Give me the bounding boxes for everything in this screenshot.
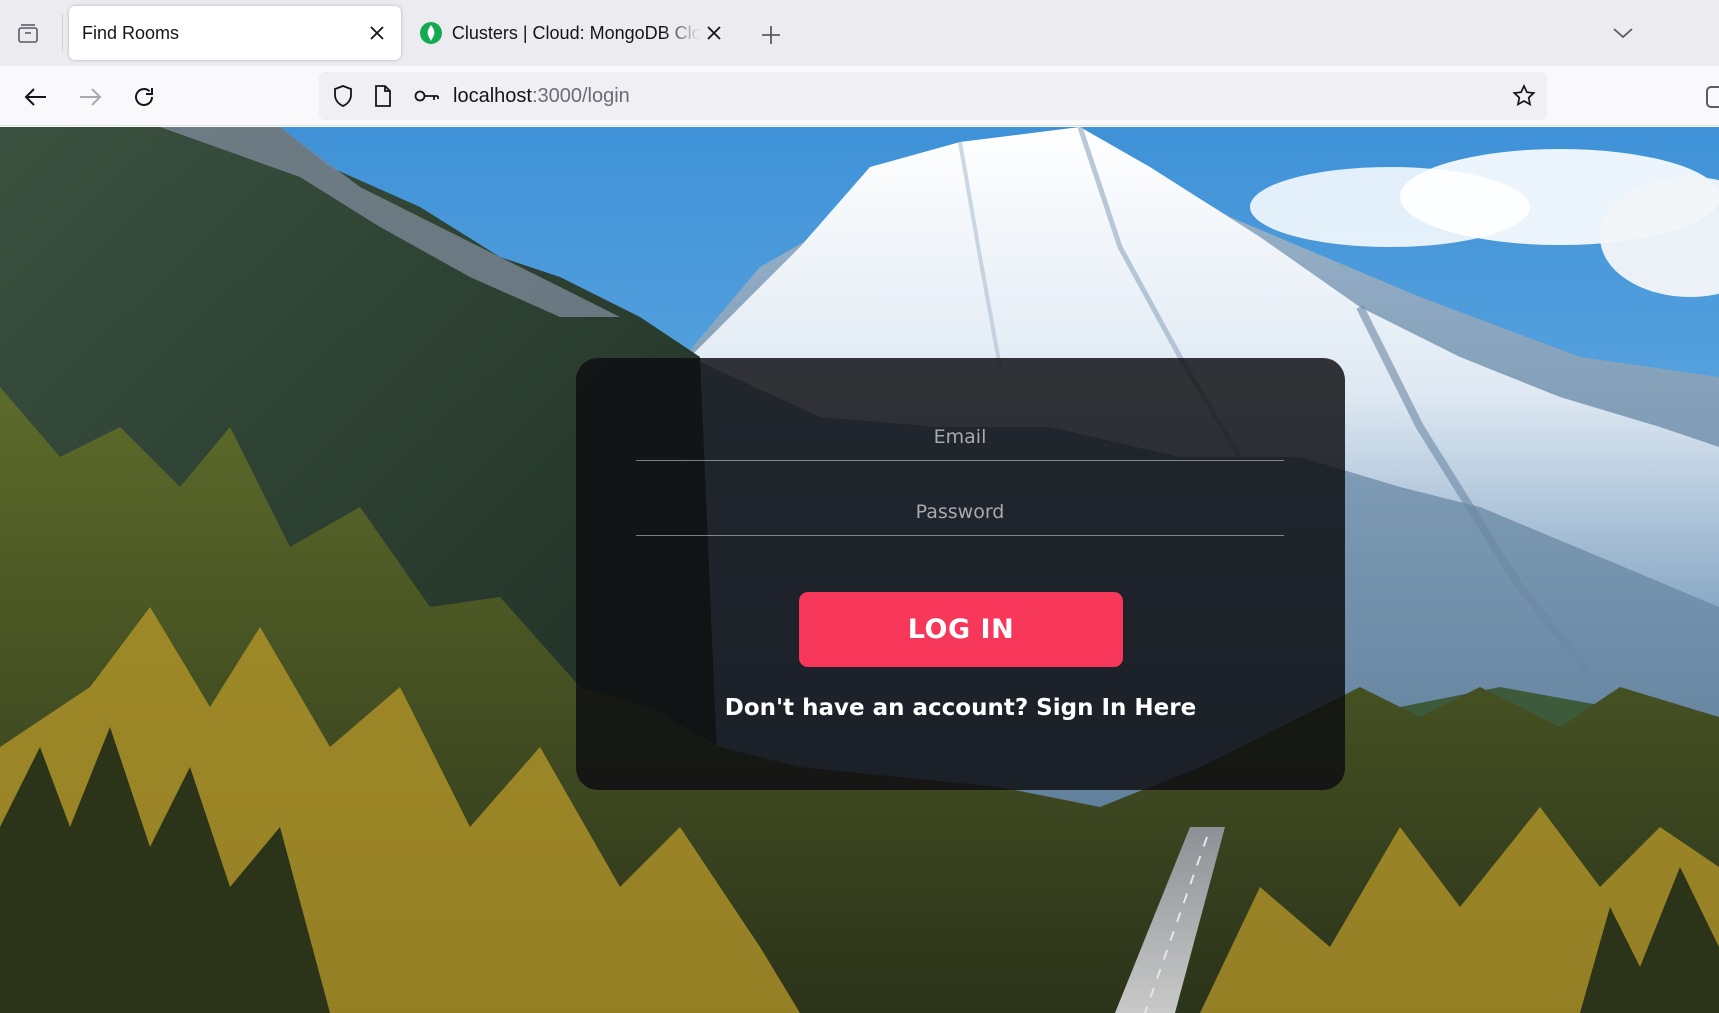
url-path: :3000/login [531, 85, 630, 107]
tab-manager-icon[interactable] [14, 20, 42, 48]
chevron-down-icon[interactable] [1608, 18, 1638, 48]
close-icon[interactable] [363, 19, 391, 47]
tab-title: Find Rooms [82, 22, 180, 43]
login-button[interactable]: LOG IN [799, 592, 1123, 667]
address-bar[interactable]: localhost:3000/login [319, 72, 1547, 120]
mongodb-leaf-icon [420, 22, 442, 44]
extension-icon[interactable] [1706, 86, 1719, 108]
login-page: LOG IN Don't have an account? Sign In He… [0, 127, 1719, 1013]
url-text[interactable]: localhost:3000/login [453, 85, 630, 108]
login-card: LOG IN Don't have an account? Sign In He… [576, 358, 1345, 790]
forward-arrow-icon[interactable] [73, 80, 107, 114]
password-field[interactable] [636, 488, 1284, 535]
reload-icon[interactable] [127, 80, 161, 114]
email-field[interactable] [636, 413, 1284, 460]
tab-find-rooms[interactable]: Find Rooms [69, 6, 401, 60]
star-icon[interactable] [1511, 83, 1537, 109]
navigation-toolbar: localhost:3000/login [0, 66, 1719, 126]
url-host: localhost [453, 85, 532, 107]
close-icon[interactable] [700, 19, 728, 47]
page-icon[interactable] [371, 84, 395, 108]
email-field-wrapper [636, 413, 1284, 461]
tab-title: Clusters | Cloud: MongoDB Cloud [451, 22, 701, 43]
key-icon[interactable] [413, 84, 441, 108]
tab-divider [62, 14, 63, 52]
plus-icon[interactable] [756, 20, 786, 50]
back-arrow-icon[interactable] [19, 80, 53, 114]
shield-icon[interactable] [331, 84, 355, 108]
tab-strip: Find Rooms Clusters | Cloud: MongoDB Clo… [0, 0, 1719, 66]
tab-mongodb-clusters[interactable]: Clusters | Cloud: MongoDB Cloud [408, 6, 728, 60]
password-field-wrapper [636, 488, 1284, 536]
signup-link[interactable]: Don't have an account? Sign In Here [576, 695, 1345, 721]
